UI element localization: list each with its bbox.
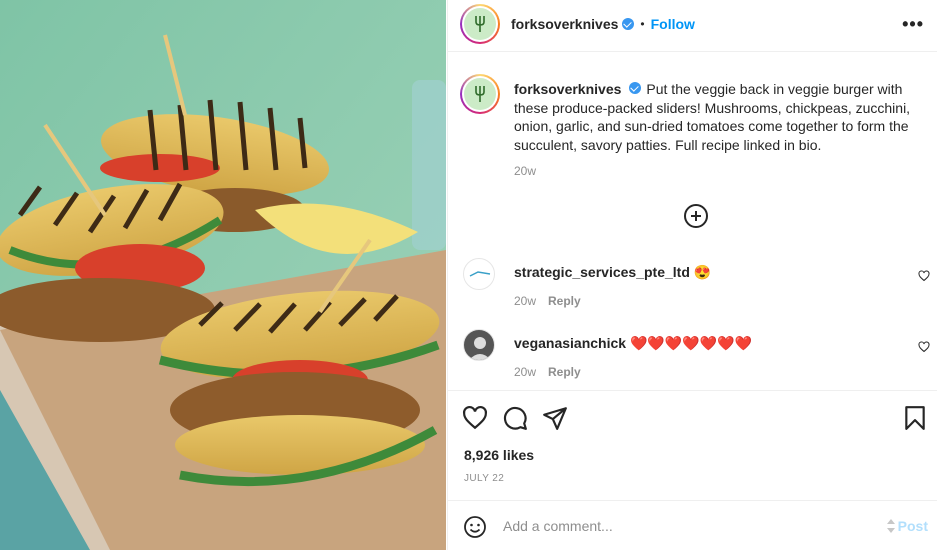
commenter-avatar[interactable] [463,329,495,361]
caption-text: forksoverknives Put the veggie back in ve… [514,80,924,154]
fork-logo-icon [475,86,485,102]
comment-text: veganasianchick ❤️❤️❤️❤️❤️❤️❤️ [514,335,752,352]
comment-bubble-icon[interactable] [502,405,528,431]
like-comment-heart-icon[interactable] [918,341,930,353]
commenter-username[interactable]: strategic_services_pte_ltd [514,264,690,280]
company-logo-icon [469,271,491,277]
caption-time[interactable]: 20w [514,164,536,178]
post-photo[interactable] [0,0,446,550]
author-username[interactable]: forksoverknives [511,16,618,32]
post-comment-button[interactable]: Post [898,518,928,534]
reply-button[interactable]: Reply [548,365,581,379]
comment-meta: 20w Reply [514,365,581,379]
comment-item: strategic_services_pte_ltd 😍 20w Reply [448,258,937,318]
post-side-panel: forksoverknives • Follow ••• forksoverkn… [447,0,937,550]
post-date[interactable]: JULY 22 [464,473,504,484]
caption-avatar[interactable] [460,74,500,114]
commenter-username[interactable]: veganasianchick [514,335,626,351]
comment-meta: 20w Reply [514,294,581,308]
share-paper-plane-icon[interactable] [542,405,568,431]
comment-input[interactable] [503,515,863,537]
verified-badge-icon [629,82,642,94]
follow-button[interactable]: Follow [651,16,695,32]
comment-body: ❤️❤️❤️❤️❤️❤️❤️ [629,335,752,351]
comment-time[interactable]: 20w [514,365,536,379]
fork-logo-icon [475,16,485,32]
header-user: forksoverknives • Follow [511,16,695,32]
comment-body: 😍 [693,264,712,280]
load-more-comments-icon[interactable] [684,204,708,228]
add-comment-bar: Post [448,500,937,550]
separator-dot: • [640,17,645,31]
veggie-burger-image [0,0,446,550]
comment-time[interactable]: 20w [514,294,536,308]
caption-username[interactable]: forksoverknives [514,81,621,97]
comment-item: veganasianchick ❤️❤️❤️❤️❤️❤️❤️ 20w Reply [448,329,937,389]
like-heart-icon[interactable] [462,405,488,431]
author-avatar[interactable] [460,4,500,44]
comment-text: strategic_services_pte_ltd 😍 [514,264,711,281]
sort-arrows-icon [887,519,895,533]
likes-count[interactable]: 8,926 likes [464,447,534,463]
verified-badge-icon [622,18,635,30]
user-photo-icon [469,337,491,360]
commenter-avatar[interactable] [463,258,495,290]
like-comment-heart-icon[interactable] [918,270,930,282]
more-options-icon[interactable]: ••• [902,14,924,35]
save-bookmark-icon[interactable] [902,405,928,431]
post-header: forksoverknives • Follow ••• [448,0,937,52]
reply-button[interactable]: Reply [548,294,581,308]
emoji-smiley-icon[interactable] [463,515,487,539]
